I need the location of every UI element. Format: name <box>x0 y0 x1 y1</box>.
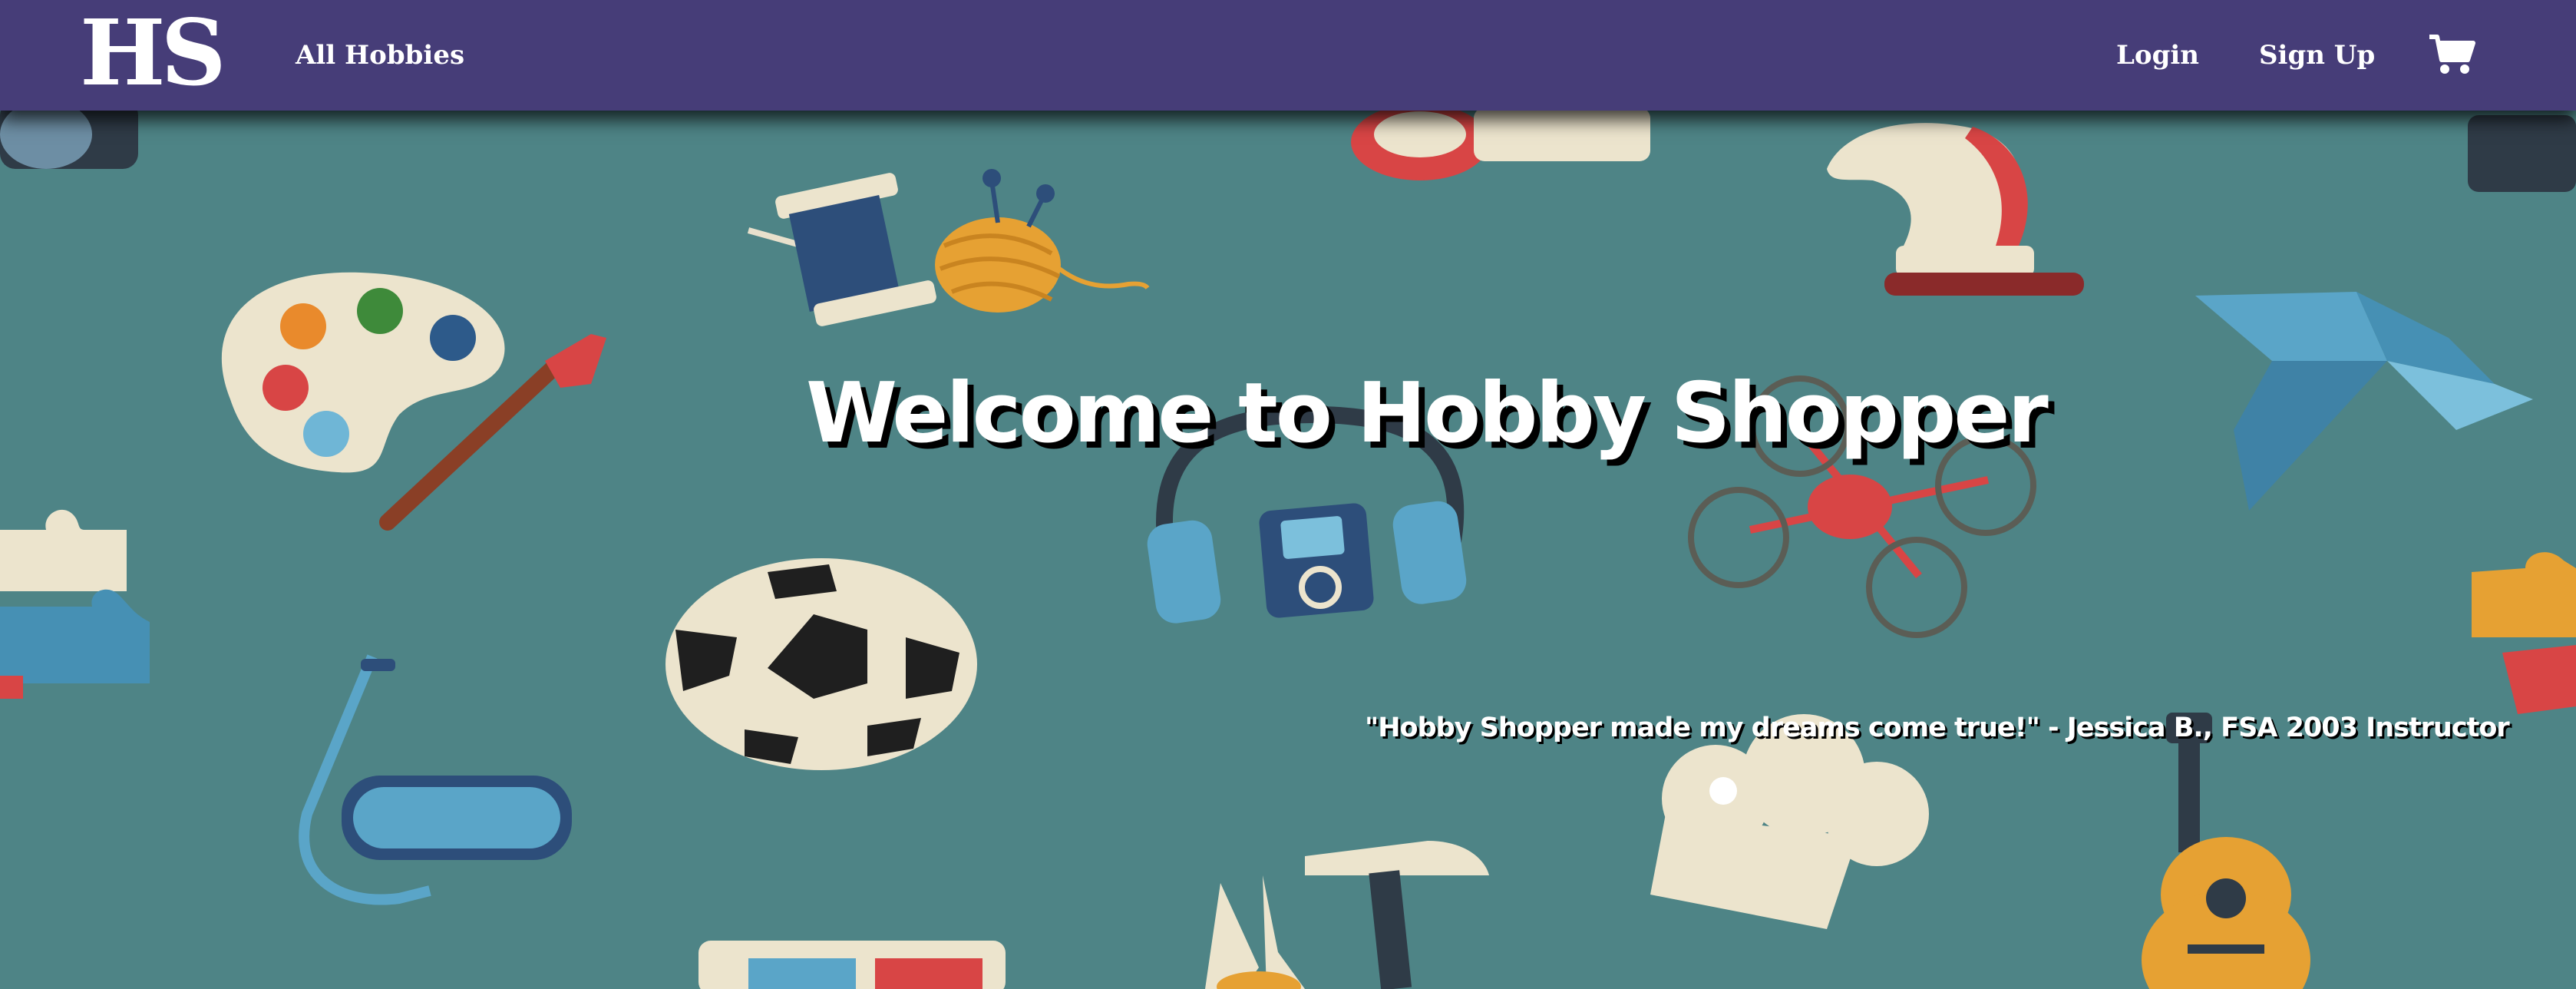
puzzle-piece-right-icon <box>2472 552 2576 714</box>
login-link[interactable]: Login <box>2116 37 2199 74</box>
poker-chip-icon <box>1351 104 1650 180</box>
chess-knight-icon <box>1827 123 2084 296</box>
logo-home-link[interactable]: HS <box>80 3 226 103</box>
hammer-icon <box>1305 841 1489 989</box>
puzzle-piece-icon <box>0 509 150 699</box>
music-player-icon <box>1259 503 1374 618</box>
thread-spool-icon <box>747 173 936 326</box>
yarn-ball-icon <box>935 169 1150 313</box>
snorkel-mask-icon <box>299 654 572 905</box>
all-hobbies-link[interactable]: All Hobbies <box>296 37 464 74</box>
shopping-cart-icon[interactable] <box>2428 32 2475 77</box>
3d-glasses-icon <box>698 941 1006 989</box>
top-navbar: HS All Hobbies Login Sign Up <box>0 0 2576 111</box>
soccer-ball-icon <box>665 558 977 770</box>
page: HS All Hobbies Login Sign Up Welcome to … <box>0 0 2576 989</box>
guitar-icon <box>2142 713 2310 989</box>
keyboard-icon <box>2468 115 2576 192</box>
hobby-illustrations-background <box>0 100 2576 989</box>
pliers-icon <box>1205 875 1305 989</box>
hero-headline: Welcome to Hobby Shopper <box>806 366 2049 462</box>
testimonial-quote: "Hobby Shopper made my dreams come true!… <box>1365 713 2510 743</box>
origami-bird-icon <box>2195 292 2533 511</box>
signup-link[interactable]: Sign Up <box>2259 37 2375 74</box>
